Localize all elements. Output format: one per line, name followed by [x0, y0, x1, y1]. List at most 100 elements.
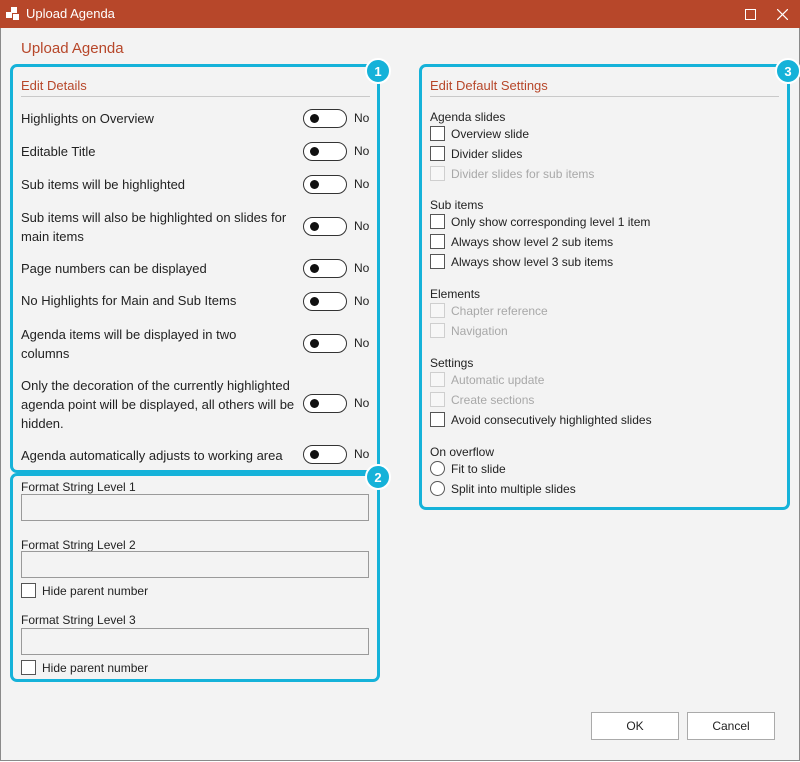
toggle-label-page-numbers: Page numbers can be displayed [21, 261, 207, 276]
checkbox[interactable] [430, 146, 445, 161]
toggle-sub-items-main-slides[interactable] [303, 217, 347, 236]
divider-slides-option[interactable]: Divider slides [430, 146, 522, 161]
divider-slides-sub-items-option: Divider slides for sub items [430, 166, 594, 181]
radio-button[interactable] [430, 461, 445, 476]
checkbox[interactable] [21, 660, 36, 675]
checkbox[interactable] [21, 583, 36, 598]
toggle-label-sub-items-main-slides: Sub items will also be highlighted on sl… [21, 210, 287, 244]
toggle-state: No [354, 219, 370, 233]
automatic-update-option: Automatic update [430, 372, 544, 387]
close-button[interactable] [764, 0, 800, 28]
checkbox [430, 166, 445, 181]
toggle-state: No [354, 261, 370, 275]
toggle-knob [310, 297, 319, 306]
overview-slide-option[interactable]: Overview slide [430, 126, 529, 141]
title-bar: Upload Agenda [0, 0, 800, 28]
checkbox [430, 303, 445, 318]
toggle-sub-items-highlighted[interactable] [303, 175, 347, 194]
format-string-level-3-input[interactable] [21, 628, 369, 655]
checkbox-label: Only show corresponding level 1 item [451, 214, 651, 229]
checkbox-label: Chapter reference [451, 303, 548, 318]
checkbox-label: Always show level 3 sub items [451, 254, 614, 269]
checkbox[interactable] [430, 412, 445, 427]
toggle-decoration-only[interactable] [303, 394, 347, 413]
edit-details-heading: Edit Details [21, 78, 87, 93]
toggle-label-decoration-only: Only the decoration of the currently hig… [21, 378, 295, 431]
toggle-knob [310, 114, 319, 123]
cancel-button[interactable]: Cancel [687, 712, 775, 740]
toggle-label-editable-title: Editable Title [21, 144, 96, 159]
toggle-label-highlights-overview: Highlights on Overview [21, 111, 154, 126]
default-settings-divider [430, 96, 779, 97]
ok-button[interactable]: OK [591, 712, 679, 740]
toggle-knob [310, 264, 319, 273]
toggle-knob [310, 147, 319, 156]
toggle-page-numbers[interactable] [303, 259, 347, 278]
checkbox-label: Divider slides [451, 146, 523, 161]
fit-to-slide-option[interactable]: Fit to slide [430, 461, 506, 476]
split-slides-option[interactable]: Split into multiple slides [430, 481, 576, 496]
callout-badge-1: 1 [365, 58, 391, 84]
checkbox [430, 323, 445, 338]
default-settings-heading: Edit Default Settings [430, 78, 548, 93]
create-sections-option: Create sections [430, 392, 534, 407]
toggle-label-no-highlights: No Highlights for Main and Sub Items [21, 293, 237, 308]
agenda-slides-label: Agenda slides [430, 110, 506, 124]
checkbox-label: Automatic update [451, 372, 545, 387]
radio-button[interactable] [430, 481, 445, 496]
hide-parent-number-level-2[interactable]: Hide parent number [21, 583, 148, 598]
dialog-title: Upload Agenda [21, 40, 124, 57]
checkbox[interactable] [430, 214, 445, 229]
toggle-no-highlights[interactable] [303, 292, 347, 311]
on-overflow-label: On overflow [430, 445, 495, 459]
toggle-state: No [354, 396, 370, 410]
checkbox-label: Hide parent number [42, 660, 149, 675]
toggle-state: No [354, 294, 370, 308]
checkbox-label: Divider slides for sub items [451, 166, 595, 181]
toggle-knob [310, 222, 319, 231]
callout-badge-2: 2 [365, 464, 391, 490]
checkbox-label: Overview slide [451, 126, 530, 141]
level-3-sub-items-option[interactable]: Always show level 3 sub items [430, 254, 613, 269]
toggle-knob [310, 339, 319, 348]
settings-label: Settings [430, 356, 474, 370]
radio-label: Fit to slide [451, 461, 506, 476]
checkbox [430, 372, 445, 387]
radio-label: Split into multiple slides [451, 481, 576, 496]
toggle-highlights-overview[interactable] [303, 109, 347, 128]
checkbox-label: Navigation [451, 323, 508, 338]
maximize-button[interactable] [732, 0, 768, 28]
callout-badge-3: 3 [775, 58, 800, 84]
checkbox-label: Create sections [451, 392, 535, 407]
toggle-state: No [354, 447, 370, 461]
hide-parent-number-level-3[interactable]: Hide parent number [21, 660, 148, 675]
level-2-sub-items-option[interactable]: Always show level 2 sub items [430, 234, 613, 249]
avoid-consecutive-highlight-option[interactable]: Avoid consecutively highlighted slides [430, 412, 652, 427]
checkbox-label: Avoid consecutively highlighted slides [451, 412, 652, 427]
elements-label: Elements [430, 287, 481, 301]
checkbox[interactable] [430, 254, 445, 269]
format-string-level-3-label: Format String Level 3 [21, 613, 136, 627]
toggle-editable-title[interactable] [303, 142, 347, 161]
toggle-state: No [354, 144, 370, 158]
toggle-knob [310, 399, 319, 408]
toggle-two-columns[interactable] [303, 334, 347, 353]
app-logo-icon [6, 7, 19, 20]
format-string-level-1-label: Format String Level 1 [21, 480, 136, 494]
toggle-state: No [354, 177, 370, 191]
toggle-auto-adjust[interactable] [303, 445, 347, 464]
toggle-label-two-columns: Agenda items will be displayed in two co… [21, 327, 237, 361]
format-string-level-2-label: Format String Level 2 [21, 538, 136, 552]
toggle-label-sub-items-highlighted: Sub items will be highlighted [21, 177, 186, 192]
checkbox[interactable] [430, 126, 445, 141]
close-icon [776, 8, 788, 20]
toggle-label-auto-adjust: Agenda automatically adjusts to working … [21, 448, 283, 463]
toggle-knob [310, 180, 319, 189]
format-string-level-1-input[interactable] [21, 494, 369, 521]
checkbox[interactable] [430, 234, 445, 249]
checkbox-label: Hide parent number [42, 583, 149, 598]
format-string-level-2-input[interactable] [21, 551, 369, 578]
chapter-reference-option: Chapter reference [430, 303, 548, 318]
navigation-option: Navigation [430, 323, 508, 338]
only-level-1-option[interactable]: Only show corresponding level 1 item [430, 214, 650, 229]
